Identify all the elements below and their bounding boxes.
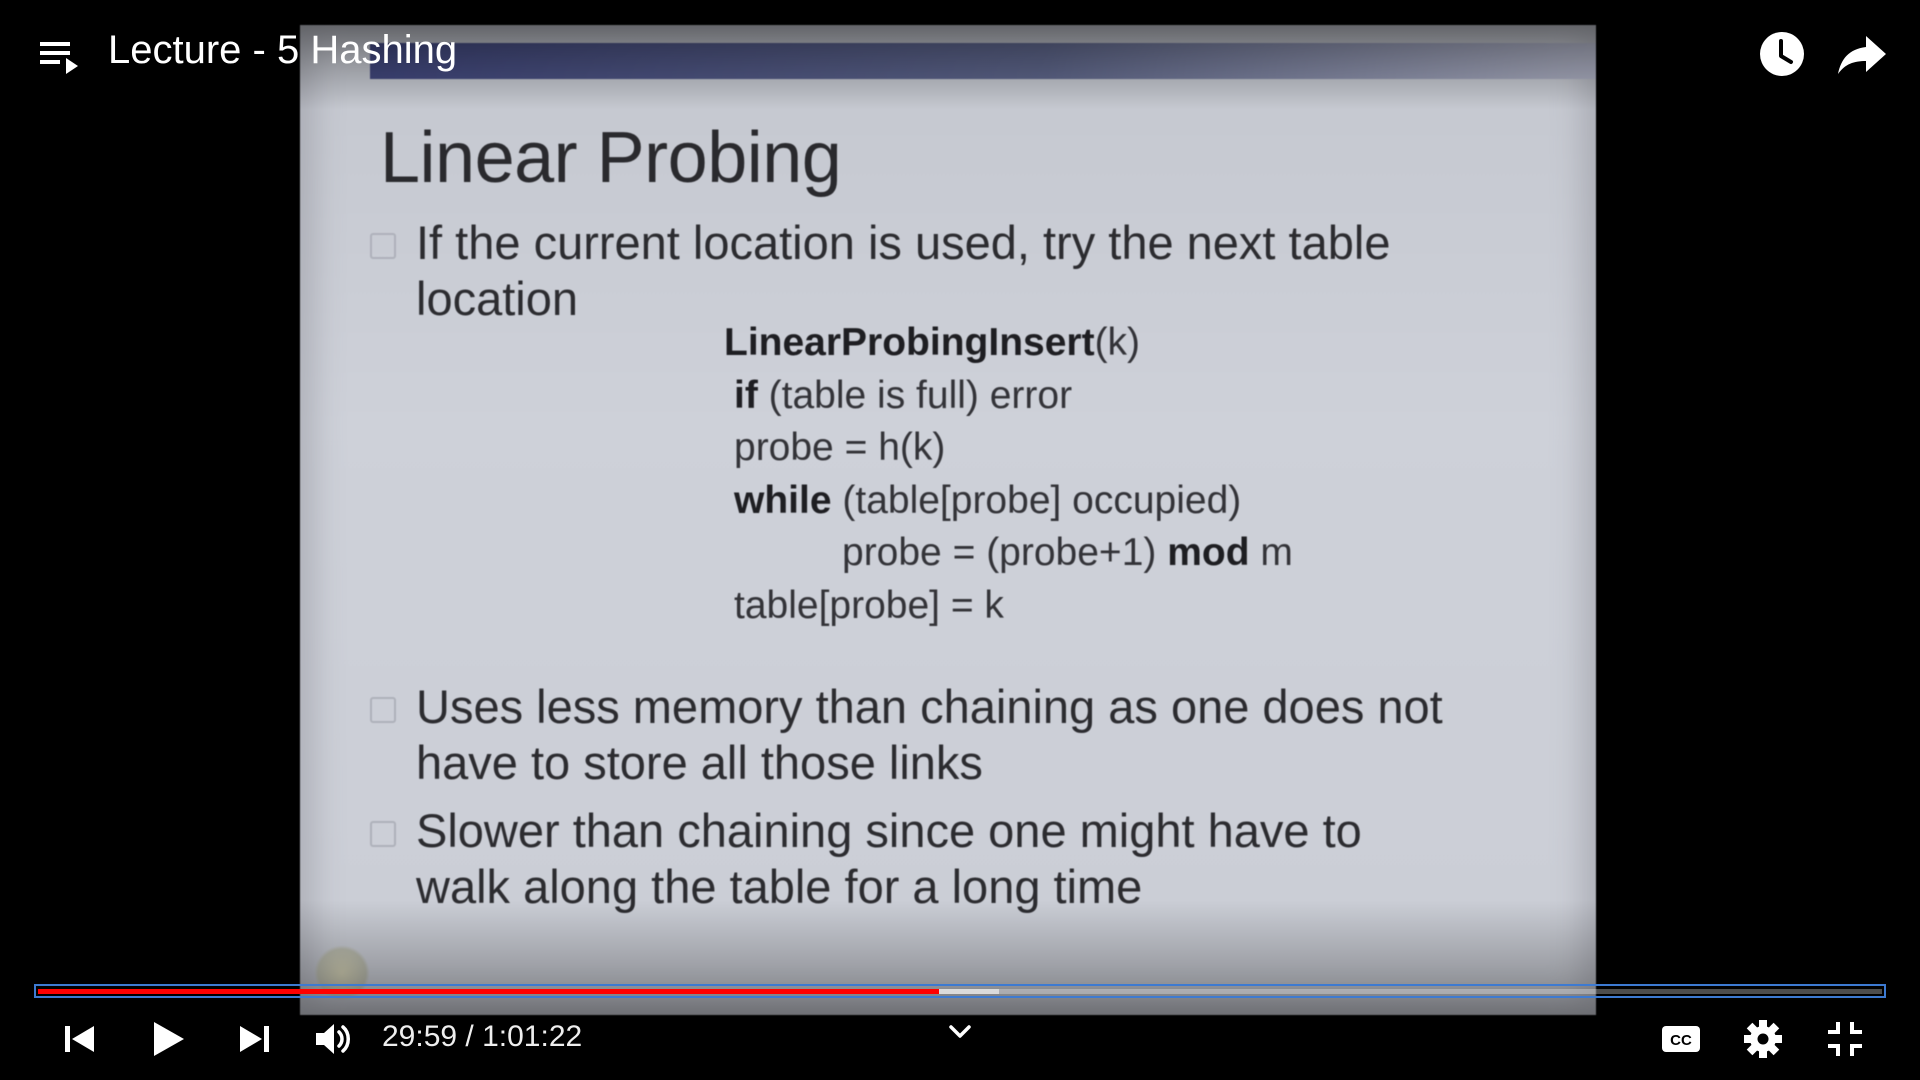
code-line-probe-step: probe = (probe+1) mod m: [842, 531, 1293, 574]
volume-icon: [316, 1024, 350, 1054]
playlist-icon: [40, 42, 78, 74]
slide-bullet-1: If the current location is used, try the…: [370, 215, 1540, 327]
captions-button[interactable]: CC: [1660, 1018, 1702, 1060]
code-line-assign: table[probe] = k: [734, 583, 1004, 627]
previous-button[interactable]: [62, 1018, 98, 1060]
time-separator: /: [457, 1020, 483, 1053]
code-line-while: while (table[probe] occupied): [734, 478, 1242, 522]
play-button[interactable]: [148, 1018, 188, 1060]
bullet-box-icon: [370, 821, 396, 847]
cc-icon: CC: [1662, 1026, 1700, 1052]
bullet-line: have to store all those links: [416, 736, 983, 789]
bullet-box-icon: [370, 233, 396, 259]
slide-bullet-2: Uses less memory than chaining as one do…: [370, 679, 1540, 791]
bullet-box-icon: [370, 697, 396, 723]
code-line-signature: LinearProbingInsert(k): [724, 321, 1141, 364]
bullet-line: Uses less memory than chaining as one do…: [416, 680, 1443, 733]
progress-played: [38, 989, 939, 994]
code-line-if: if (table is full) error: [734, 373, 1073, 417]
slide-title: Linear Probing: [380, 118, 842, 198]
time-display: 29:59 / 1:01:22: [382, 1020, 582, 1054]
pseudocode-block: LinearProbingInsert(k) if (table is full…: [724, 317, 1293, 632]
playlist-button[interactable]: [40, 38, 82, 76]
volume-button[interactable]: [314, 1018, 354, 1060]
progress-track: [38, 989, 1882, 994]
bullet-line: If the current location is used, try the…: [416, 216, 1391, 269]
progress-bar[interactable]: [34, 984, 1886, 998]
play-icon: [154, 1022, 184, 1056]
skip-previous-icon: [65, 1026, 94, 1052]
svg-text:CC: CC: [1670, 1032, 1692, 1049]
skip-next-icon: [240, 1026, 269, 1052]
settings-button[interactable]: [1742, 1018, 1784, 1060]
exit-fullscreen-button[interactable]: [1824, 1018, 1866, 1060]
next-button[interactable]: [236, 1018, 272, 1060]
exit-fullscreen-icon: [1828, 1022, 1862, 1056]
current-time: 29:59: [382, 1020, 458, 1053]
video-player[interactable]: Linear Probing If the current location i…: [0, 0, 1920, 1080]
video-frame-slide: Linear Probing If the current location i…: [300, 25, 1596, 1015]
code-line-probe-init: probe = h(k): [734, 426, 946, 469]
share-arrow-icon: [1838, 36, 1886, 74]
bullet-line: Slower than chaining since one might hav…: [416, 804, 1362, 857]
clock-icon: [1760, 32, 1804, 76]
share-button[interactable]: [1836, 32, 1888, 76]
duration: 1:01:22: [482, 1020, 583, 1053]
chapter-chevron-button[interactable]: [948, 1022, 972, 1042]
chevron-down-icon: [949, 1025, 971, 1038]
gear-icon: [1744, 1020, 1782, 1058]
watch-later-button[interactable]: [1758, 30, 1806, 78]
video-title[interactable]: Lecture - 5 Hashing: [108, 28, 457, 73]
slide-bullet-3: Slower than chaining since one might hav…: [370, 803, 1540, 915]
